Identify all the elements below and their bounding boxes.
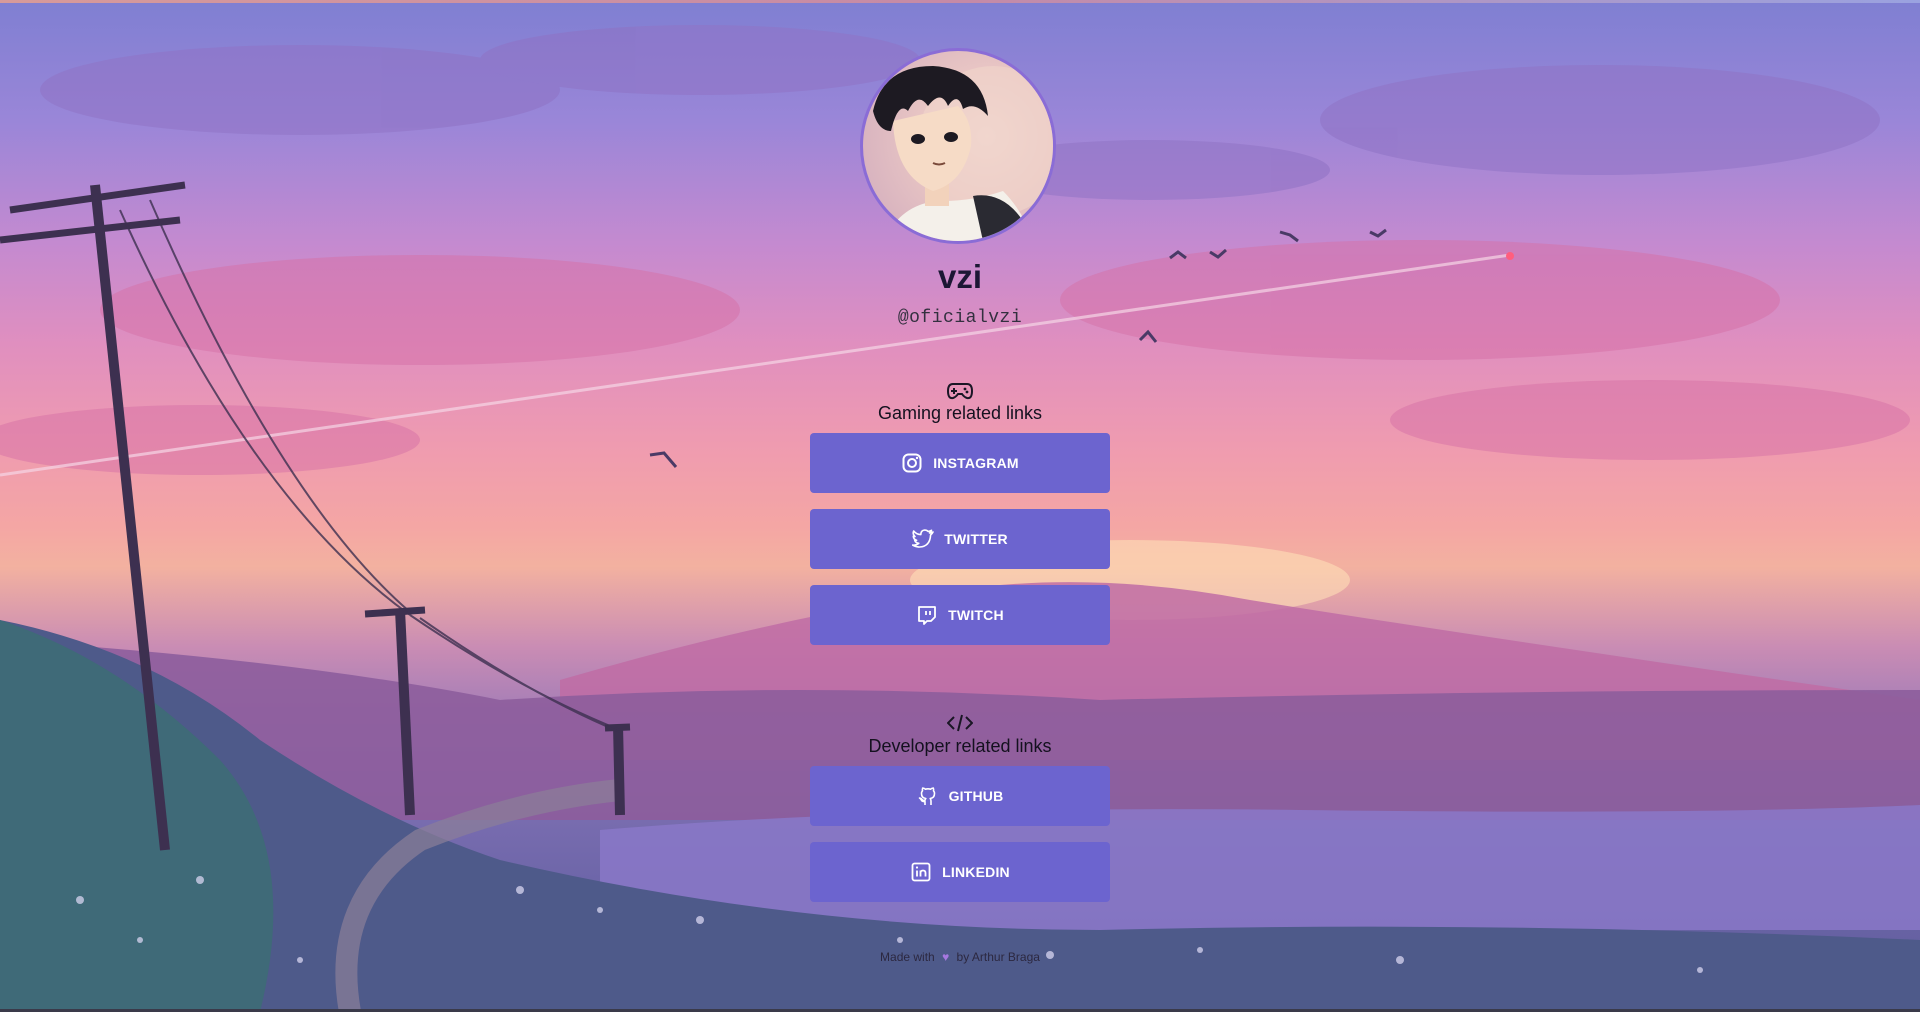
github-link-button[interactable]: GITHUB (810, 766, 1110, 826)
gaming-section-title: Gaming related links (877, 403, 1043, 423)
footer-by: by (956, 950, 970, 964)
linkedin-icon (910, 861, 932, 883)
gamepad-icon (943, 378, 977, 404)
profile-name: vzi (937, 258, 983, 295)
footer: Made with ♥ by Arthur Braga (0, 950, 1920, 964)
linkedin-link-button[interactable]: LINKEDIN (810, 842, 1110, 902)
twitter-icon (912, 528, 934, 550)
instagram-icon (901, 452, 923, 474)
twitch-link-button[interactable]: TWITCH (810, 585, 1110, 645)
code-icon (943, 710, 977, 736)
instagram-label: INSTAGRAM (933, 455, 1019, 471)
github-label: GITHUB (948, 788, 1004, 804)
link-tree-profile: vzi @oficialvzi Gaming related links INS… (0, 0, 1920, 1012)
avatar-illustration (873, 66, 1053, 241)
footer-prefix: Made with (880, 950, 935, 964)
twitch-label: TWITCH (948, 607, 1004, 623)
twitter-label: TWITTER (944, 531, 1008, 547)
instagram-link-button[interactable]: INSTAGRAM (810, 433, 1110, 493)
twitter-link-button[interactable]: TWITTER (810, 509, 1110, 569)
avatar (860, 48, 1056, 244)
heart-icon: ♥ (942, 950, 950, 964)
twitch-icon (916, 604, 938, 626)
footer-author-link[interactable]: Arthur Braga (972, 950, 1040, 964)
linkedin-label: LINKEDIN (942, 864, 1010, 880)
profile-handle: @oficialvzi (897, 308, 1023, 328)
github-icon (917, 785, 939, 807)
developer-section-title: Developer related links (868, 736, 1052, 756)
